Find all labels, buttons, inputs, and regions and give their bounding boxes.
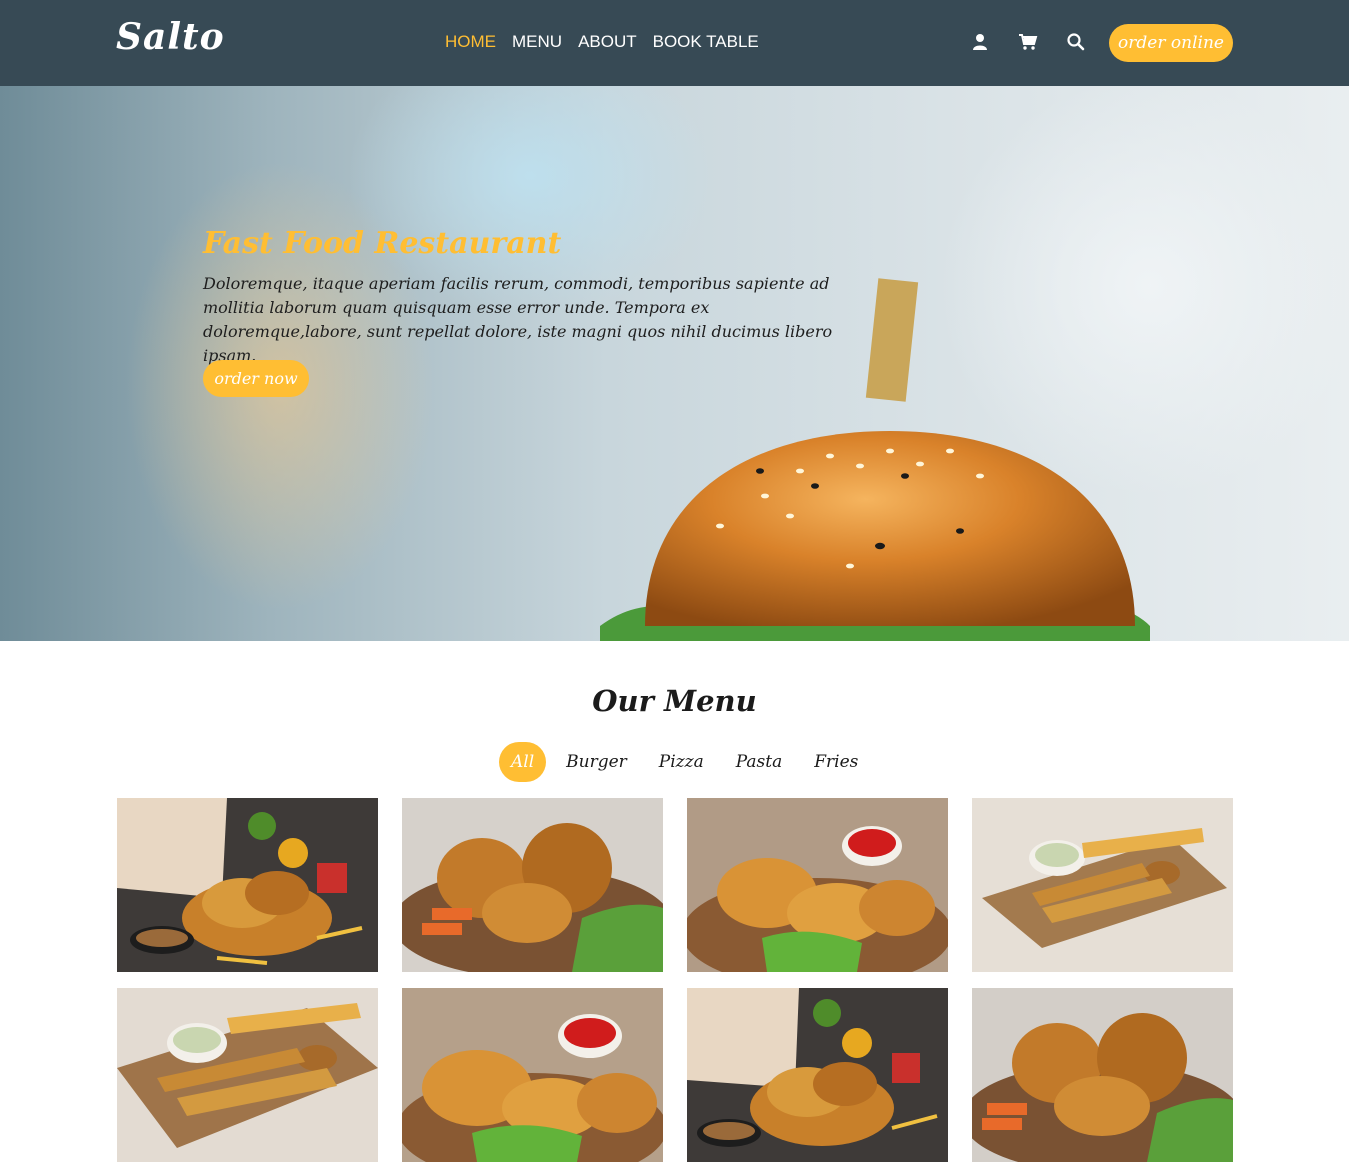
fried-chicken-image (687, 988, 948, 1162)
nav-menu[interactable]: MENU (512, 32, 562, 52)
fried-chicken-image (972, 988, 1233, 1162)
filter-pizza[interactable]: Pizza (643, 742, 720, 782)
chicken-strips-image (972, 798, 1233, 972)
menu-section-title: Our Menu (592, 684, 757, 718)
fried-chicken-image (402, 798, 663, 972)
search-icon[interactable] (1066, 32, 1086, 52)
menu-item-card[interactable] (402, 798, 663, 972)
chicken-wings-image (687, 798, 948, 972)
hero-description: Doloremque, itaque aperiam facilis rerum… (203, 274, 833, 365)
menu-item-card[interactable] (972, 988, 1233, 1162)
menu-item-card[interactable] (972, 798, 1233, 972)
site-logo[interactable]: Salto (116, 16, 225, 58)
user-icon[interactable] (970, 32, 990, 52)
filter-pasta[interactable]: Pasta (720, 742, 799, 782)
menu-item-card[interactable] (402, 988, 663, 1162)
filter-fries[interactable]: Fries (798, 742, 874, 782)
menu-item-card[interactable] (117, 988, 378, 1162)
main-nav: HOME MENU ABOUT BOOK TABLE (445, 32, 759, 52)
chicken-strips-image (117, 988, 378, 1162)
filter-burger[interactable]: Burger (550, 742, 643, 782)
nav-about[interactable]: ABOUT (578, 32, 637, 52)
order-online-button[interactable]: order online (1109, 24, 1233, 62)
nav-home[interactable]: HOME (445, 32, 496, 52)
hero-title: Fast Food Restaurant (203, 226, 562, 261)
fried-chicken-image (117, 798, 378, 972)
hero-banner: Fast Food Restaurant Doloremque, itaque … (0, 86, 1349, 641)
nav-book-table[interactable]: BOOK TABLE (653, 32, 759, 52)
site-header: Salto HOME MENU ABOUT BOOK TABLE order o… (0, 0, 1349, 86)
filter-all[interactable]: All (499, 742, 547, 782)
menu-grid (117, 798, 1233, 1162)
chicken-wings-image (402, 988, 663, 1162)
menu-filters: All Burger Pizza Pasta Fries (499, 742, 874, 782)
menu-item-card[interactable] (687, 798, 948, 972)
order-now-button[interactable]: order now (203, 360, 309, 397)
cart-icon[interactable] (1018, 32, 1038, 52)
menu-item-card[interactable] (117, 798, 378, 972)
menu-item-card[interactable] (687, 988, 948, 1162)
header-icons (970, 32, 1086, 52)
